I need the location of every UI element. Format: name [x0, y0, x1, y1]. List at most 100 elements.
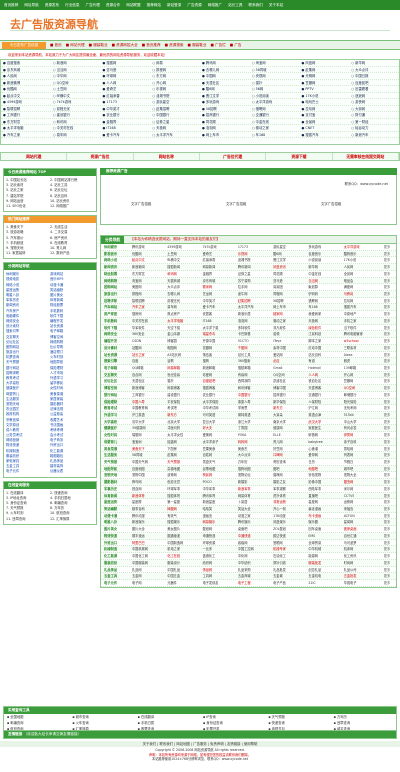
- site-link[interactable]: ○ 56网: [250, 86, 300, 92]
- more-link[interactable]: 更多: [378, 405, 396, 411]
- site-link[interactable]: ● 泡泡网: [200, 125, 250, 131]
- category-site-link[interactable]: 爱美网: [202, 432, 237, 438]
- site-link[interactable]: ● 汽车之家: [1, 132, 51, 138]
- category-site-link[interactable]: 中国人寿: [131, 399, 166, 405]
- site-link[interactable]: ● 58招聘: [200, 106, 250, 112]
- category-site-link[interactable]: 7k7k游戏: [202, 244, 237, 250]
- category-name[interactable]: 服装纺织: [101, 560, 131, 566]
- top-nav-link[interactable]: 站长工具: [228, 3, 242, 8]
- category-site-link[interactable]: 亚马逊: [272, 278, 307, 284]
- category-name[interactable]: 礼品饰品: [101, 567, 131, 573]
- nav-item[interactable]: ■ 网站代理: [66, 42, 85, 49]
- top-nav-link[interactable]: 网络推广: [208, 3, 222, 8]
- category-name[interactable]: 休闲娱乐: [101, 244, 131, 250]
- site-link[interactable]: ● 支付宝: [300, 112, 350, 118]
- category-site-link[interactable]: 化工在线: [166, 553, 201, 559]
- category-site-link[interactable]: 申通快递: [202, 533, 237, 539]
- category-name[interactable]: 房产家居: [101, 311, 131, 317]
- category-site-link[interactable]: 17173: [237, 244, 272, 250]
- category-name[interactable]: 新闻资讯: [101, 264, 131, 270]
- site-link[interactable]: ● 中华英才: [101, 106, 151, 112]
- site-link[interactable]: ● 京东商城: [1, 67, 51, 73]
- category-site-link[interactable]: 摇篮网: [166, 439, 201, 445]
- category-name[interactable]: 美食菜谱: [101, 446, 131, 452]
- category-site-link[interactable]: 和讯网: [166, 271, 201, 277]
- category-site-link[interactable]: 搜房网: [131, 311, 166, 317]
- category-site-link[interactable]: 晋江文学: [272, 257, 307, 263]
- category-site-link[interactable]: 第一星座: [166, 499, 201, 505]
- category-site-link[interactable]: 好大夫: [202, 425, 237, 431]
- category-site-link[interactable]: 赶集网: [166, 452, 201, 458]
- site-link[interactable]: ○ 交通银行: [250, 112, 300, 118]
- category-site-link[interactable]: 新浪娱乐: [131, 519, 166, 525]
- category-site-link[interactable]: 东方财富: [131, 271, 166, 277]
- category-site-link[interactable]: 太平洋女性: [166, 432, 201, 438]
- category-site-link[interactable]: 农业银行: [202, 392, 237, 398]
- category-site-link[interactable]: 天空下载: [166, 325, 201, 331]
- more-link[interactable]: 更多: [378, 432, 396, 438]
- category-site-link[interactable]: 新浪军事: [237, 486, 272, 492]
- category-name[interactable]: 大学高校: [101, 419, 131, 425]
- site-link[interactable]: ● 拉勾网: [300, 106, 350, 112]
- category-site-link[interactable]: 城市吧: [343, 466, 378, 472]
- category-site-link[interactable]: 中国天气网: [131, 459, 166, 465]
- category-site-link[interactable]: 捧腹网: [166, 506, 201, 512]
- category-site-link[interactable]: 百世汇通: [343, 533, 378, 539]
- category-site-link[interactable]: 可可英语: [202, 412, 237, 418]
- category-site-link[interactable]: 美女图片: [166, 526, 201, 532]
- category-name[interactable]: 生活服务: [101, 452, 131, 458]
- category-site-link[interactable]: 泰康人寿: [237, 399, 272, 405]
- category-site-link[interactable]: 凤凰娱乐: [272, 519, 307, 525]
- site-link[interactable]: ● 农业银行: [101, 112, 151, 118]
- category-site-link[interactable]: 米尔网: [343, 486, 378, 492]
- site-link[interactable]: ● 优酷网: [1, 86, 51, 92]
- category-site-link[interactable]: 站长百科: [307, 352, 342, 358]
- site-link[interactable]: ○ 车168: [250, 132, 300, 138]
- category-site-link[interactable]: 中国五金: [166, 573, 201, 579]
- category-site-link[interactable]: 爱奇艺: [202, 251, 237, 257]
- category-site-link[interactable]: 前程无忧: [166, 298, 201, 304]
- more-link[interactable]: 更多: [378, 365, 396, 371]
- site-link[interactable]: ● 全景网: [300, 119, 350, 125]
- category-site-link[interactable]: 电子工程: [237, 580, 272, 586]
- category-site-link[interactable]: 无忧考网: [343, 405, 378, 411]
- category-site-link[interactable]: 蜂鸟网: [131, 479, 166, 485]
- site-link[interactable]: ○ 太平洋汽车: [150, 132, 200, 138]
- category-site-link[interactable]: 乐视网: [237, 251, 272, 257]
- category-site-link[interactable]: 360搜索: [237, 358, 272, 364]
- category-site-link[interactable]: 百度: [131, 358, 166, 364]
- category-site-link[interactable]: 亲子百科: [343, 439, 378, 445]
- category-site-link[interactable]: 去哪儿网: [166, 291, 201, 297]
- big-category-link[interactable]: 网站名称: [134, 153, 200, 160]
- category-name[interactable]: 笑话幽默: [101, 506, 131, 512]
- category-site-link[interactable]: 电子发烧友: [202, 580, 237, 586]
- category-name[interactable]: 宠物天地: [101, 472, 131, 478]
- category-site-link[interactable]: 服装设计: [166, 560, 201, 566]
- more-link[interactable]: 更多: [378, 452, 396, 458]
- site-link[interactable]: ● 红袖添香: [101, 93, 151, 99]
- category-site-link[interactable]: 苏宁易购: [237, 278, 272, 284]
- category-site-link[interactable]: 五金机电: [307, 573, 342, 579]
- category-site-link[interactable]: 万年历: [237, 459, 272, 465]
- top-nav-link[interactable]: 推荐网站: [147, 3, 161, 8]
- category-site-link[interactable]: 网易邮箱: [166, 365, 201, 371]
- category-site-link[interactable]: 天涯社区: [131, 378, 166, 384]
- category-site-link[interactable]: 西陆军事: [307, 486, 342, 492]
- category-site-link[interactable]: 桌面吧: [237, 526, 272, 532]
- category-name[interactable]: 母婴育儿: [101, 439, 131, 445]
- category-name[interactable]: 动漫卡通: [101, 513, 131, 519]
- category-name[interactable]: 教育考试: [101, 405, 131, 411]
- category-site-link[interactable]: 太平洋电脑: [166, 318, 201, 324]
- site-link[interactable]: ● 工商银行: [1, 112, 51, 118]
- category-site-link[interactable]: 运势网: [343, 499, 378, 505]
- category-site-link[interactable]: 新浪博客: [131, 385, 166, 391]
- site-link[interactable]: ○ 央视网: [250, 73, 300, 79]
- site-link[interactable]: ○ 乐视网: [150, 86, 200, 92]
- category-site-link[interactable]: 中金在线: [307, 271, 342, 277]
- category-site-link[interactable]: 证券之星: [237, 271, 272, 277]
- category-site-link[interactable]: 猫扑: [166, 378, 201, 384]
- category-site-link[interactable]: 必应: [272, 358, 307, 364]
- category-site-link[interactable]: 红袖添香: [202, 257, 237, 263]
- site-link[interactable]: ● 中国网: [200, 73, 250, 79]
- category-site-link[interactable]: 慧聪网: [272, 540, 307, 546]
